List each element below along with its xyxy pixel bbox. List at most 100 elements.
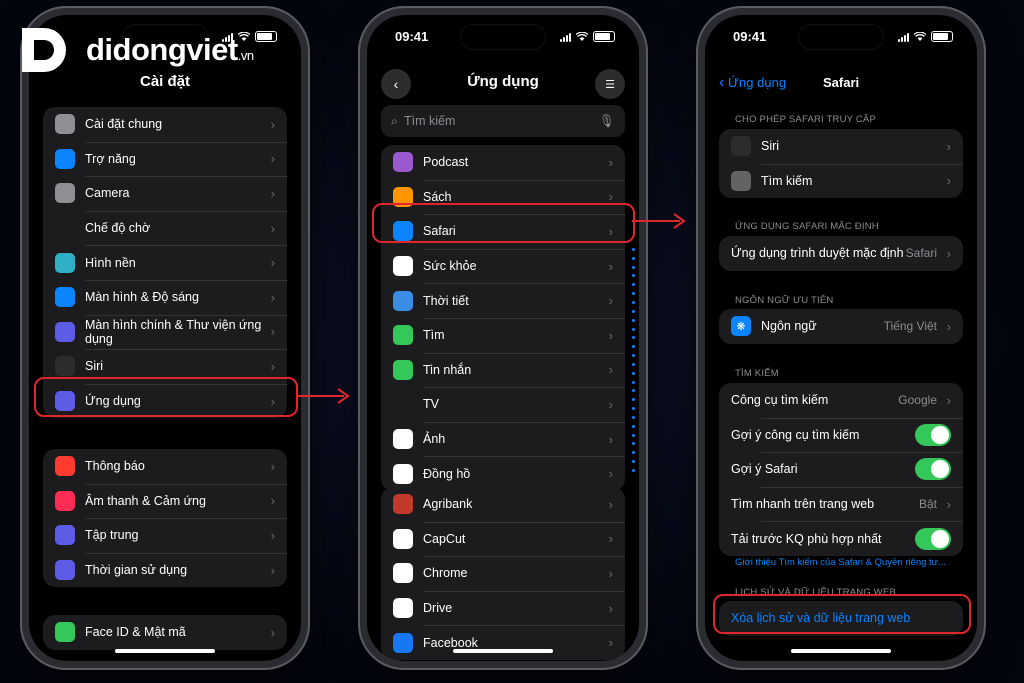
settings-item[interactable]: Thông báo ›	[43, 449, 287, 484]
chevron-right-icon: ›	[608, 466, 613, 482]
index-dot[interactable]	[631, 345, 635, 349]
camera-icon	[55, 183, 75, 204]
index-dot[interactable]	[631, 398, 635, 402]
settings-item[interactable]: Camera ›	[43, 176, 287, 211]
index-dot[interactable]	[631, 469, 635, 473]
app-item[interactable]: Facebook ›	[381, 625, 625, 660]
settings-item[interactable]: Chế độ chờ ›	[43, 210, 287, 246]
index-dot[interactable]	[631, 354, 635, 358]
settings-item[interactable]: Màn hình chính & Thư viện ứng dụng ›	[43, 314, 287, 350]
index-dot[interactable]	[631, 424, 635, 428]
highlight-apps-row	[34, 377, 298, 417]
app-item[interactable]: Chrome ›	[381, 556, 625, 591]
index-dot[interactable]	[631, 274, 635, 278]
search-setting-item[interactable]: Công cụ tìm kiếm Google ›	[719, 383, 963, 418]
search-field[interactable]: ⌕ Tìm kiếm 🎙︎	[381, 105, 625, 137]
language-group: ❋ Ngôn ngữ Tiếng Việt ›	[719, 309, 963, 344]
search-setting-item[interactable]: Tìm nhanh trên trang web Bật ›	[719, 486, 963, 522]
app-item[interactable]: Tìm ›	[381, 317, 625, 353]
highlight-safari-row	[372, 203, 635, 243]
app-item[interactable]: Drive ›	[381, 590, 625, 626]
microphone-icon[interactable]: 🎙︎	[599, 114, 615, 129]
settings-item[interactable]: Thời gian sử dụng ›	[43, 552, 287, 588]
battery-icon	[931, 31, 953, 42]
settings-item[interactable]: Hình nền ›	[43, 245, 287, 280]
app-item[interactable]: Agribank ›	[381, 487, 625, 522]
brand-name-text: didongviet	[86, 32, 238, 67]
app-item[interactable]: Ảnh ›	[381, 421, 625, 457]
row-label: Chế độ chờ	[85, 221, 151, 236]
index-dot[interactable]	[631, 442, 635, 446]
app-item[interactable]: TV ›	[381, 387, 625, 422]
index-dot[interactable]	[631, 327, 635, 331]
apps-group-system: Podcast › Sách › Safari › Sức khỏe › Thời tiết › T…	[381, 145, 625, 491]
back-link[interactable]: ‹ Ứng dụng	[719, 74, 786, 92]
settings-item[interactable]: Cài đặt chung ›	[43, 107, 287, 142]
app-item[interactable]: Podcast ›	[381, 145, 625, 180]
siri-icon	[55, 356, 75, 377]
toggle-switch[interactable]	[915, 527, 951, 550]
index-dot[interactable]	[631, 292, 635, 296]
index-dot[interactable]	[631, 460, 635, 464]
settings-item[interactable]: Tập trung ›	[43, 518, 287, 553]
toggle-switch[interactable]	[915, 423, 951, 446]
search-setting-item[interactable]: Tải trước KQ phù hợp nhất	[719, 521, 963, 556]
heart-icon	[393, 256, 413, 277]
alphabet-index[interactable]	[630, 245, 636, 475]
chrome-icon	[393, 563, 413, 584]
index-dot[interactable]	[631, 389, 635, 393]
face-id-icon	[55, 622, 75, 643]
index-dot[interactable]	[631, 451, 635, 455]
index-dot[interactable]	[631, 283, 635, 287]
access-group: Siri › Tìm kiếm ›	[719, 129, 963, 199]
settings-item[interactable]: Âm thanh & Cảm ứng ›	[43, 483, 287, 519]
app-item[interactable]: Thời tiết ›	[381, 283, 625, 318]
index-dot[interactable]	[631, 380, 635, 384]
index-dot[interactable]	[631, 247, 635, 251]
status-time: 09:41	[733, 29, 767, 44]
section-header-search: TÌM KIẾM	[735, 368, 779, 379]
settings-group-1: Cài đặt chung › Trợ năng › Camera › Chế độ chờ…	[43, 107, 287, 419]
hourglass-icon	[55, 560, 75, 581]
index-dot[interactable]	[631, 318, 635, 322]
index-dot[interactable]	[631, 336, 635, 340]
chevron-right-icon: ›	[270, 289, 275, 305]
search-setting-item[interactable]: Gợi ý Safari	[719, 452, 963, 487]
index-dot[interactable]	[631, 300, 635, 304]
chevron-right-icon: ›	[608, 565, 613, 581]
index-dot[interactable]	[631, 256, 635, 260]
home-screen-icon	[55, 321, 75, 342]
edit-list-button[interactable]: ☰	[595, 69, 625, 99]
podcast-icon	[393, 152, 413, 173]
chevron-right-icon: ›	[270, 527, 275, 543]
search-icon	[731, 170, 751, 191]
app-item[interactable]: CapCut ›	[381, 521, 625, 557]
default-browser-row[interactable]: Ứng dụng trình duyệt mặc định Safari ›	[719, 236, 963, 271]
brand-logo-mark	[22, 28, 66, 72]
access-item[interactable]: Siri ›	[719, 129, 963, 164]
app-item[interactable]: Sức khỏe ›	[381, 248, 625, 284]
index-dot[interactable]	[631, 362, 635, 366]
search-setting-item[interactable]: Gợi ý công cụ tìm kiếm	[719, 417, 963, 453]
index-dot[interactable]	[631, 415, 635, 419]
chevron-right-icon: ›	[270, 324, 275, 340]
app-item[interactable]: Tin nhắn ›	[381, 352, 625, 388]
toggle-switch[interactable]	[915, 458, 951, 481]
settings-item[interactable]: Màn hình & Độ sáng ›	[43, 279, 287, 315]
battery-icon	[593, 31, 615, 42]
highlight-clear-history	[713, 594, 971, 634]
index-dot[interactable]	[631, 371, 635, 375]
index-dot[interactable]	[631, 309, 635, 313]
index-dot[interactable]	[631, 265, 635, 269]
settings-item[interactable]: Face ID & Mật mã ›	[43, 615, 287, 650]
privacy-link[interactable]: Giới thiệu Tìm kiếm của Safari & Quyền r…	[735, 557, 946, 568]
search-placeholder: Tìm kiếm	[404, 114, 456, 128]
app-item[interactable]: Đồng hồ ›	[381, 456, 625, 491]
index-dot[interactable]	[631, 433, 635, 437]
index-dot[interactable]	[631, 407, 635, 411]
access-item[interactable]: Tìm kiếm ›	[719, 163, 963, 199]
wallpaper-icon	[55, 252, 75, 273]
language-row[interactable]: ❋ Ngôn ngữ Tiếng Việt ›	[719, 309, 963, 344]
row-label: Âm thanh & Cảm ứng	[85, 493, 206, 508]
settings-item[interactable]: Trợ năng ›	[43, 141, 287, 177]
